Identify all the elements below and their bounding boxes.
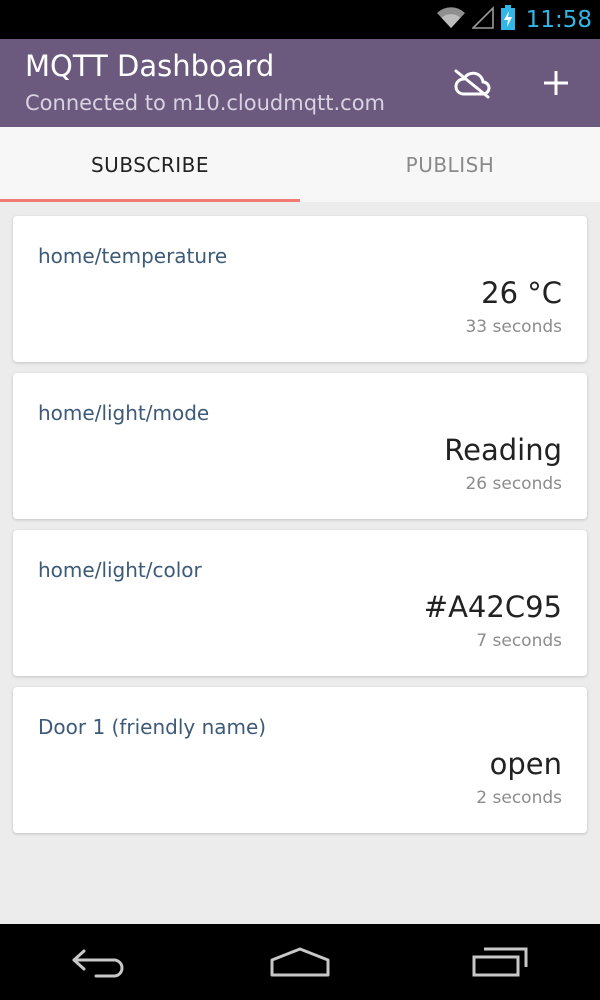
app-bar: MQTT Dashboard Connected to m10.cloudmqt… <box>0 39 600 127</box>
tab-publish-label: PUBLISH <box>405 152 495 177</box>
subscription-card[interactable]: home/temperature 26 °C 33 seconds <box>13 216 587 362</box>
recent-apps-icon <box>472 947 528 977</box>
disconnect-button[interactable] <box>450 61 494 105</box>
home-button[interactable] <box>255 932 345 992</box>
status-time: 11:58 <box>525 6 592 33</box>
connection-status: Connected to m10.cloudmqtt.com <box>25 91 386 115</box>
add-subscription-button[interactable] <box>534 61 578 105</box>
battery-charging-icon <box>500 4 516 35</box>
back-icon <box>72 949 124 978</box>
app-title: MQTT Dashboard <box>25 49 275 83</box>
card-age: 2 seconds <box>476 788 562 808</box>
signal-icon <box>470 5 494 34</box>
tab-bar: SUBSCRIBE PUBLISH <box>0 127 600 202</box>
status-bar: 11:58 <box>0 0 600 39</box>
card-age: 33 seconds <box>465 317 562 337</box>
card-age: 26 seconds <box>465 474 562 494</box>
card-topic: Door 1 (friendly name) <box>38 715 267 739</box>
subscription-card[interactable]: home/light/color #A42C95 7 seconds <box>13 530 587 676</box>
subscription-card[interactable]: home/light/mode Reading 26 seconds <box>13 373 587 519</box>
app-actions <box>450 61 578 105</box>
tab-subscribe[interactable]: SUBSCRIBE <box>0 127 300 202</box>
wifi-icon <box>436 6 466 34</box>
cloud-off-icon <box>454 69 491 99</box>
card-topic: home/light/color <box>38 558 202 582</box>
recent-apps-button[interactable] <box>455 932 545 992</box>
tab-indicator <box>0 199 300 202</box>
card-age: 7 seconds <box>476 631 562 651</box>
back-button[interactable] <box>55 932 145 992</box>
navigation-bar <box>0 924 600 1000</box>
card-topic: home/light/mode <box>38 401 210 425</box>
tab-subscribe-label: SUBSCRIBE <box>90 152 209 177</box>
card-topic: home/temperature <box>38 244 228 268</box>
plus-icon <box>544 71 568 95</box>
home-icon <box>270 947 330 977</box>
card-value: 26 °C <box>481 276 562 310</box>
card-value: open <box>489 747 562 781</box>
card-value: Reading <box>444 433 562 467</box>
status-icons: 11:58 <box>436 0 592 39</box>
subscription-card[interactable]: Door 1 (friendly name) open 2 seconds <box>13 687 587 833</box>
tab-publish[interactable]: PUBLISH <box>300 127 600 202</box>
subscription-list: home/temperature 26 °C 33 seconds home/l… <box>13 216 587 844</box>
card-value: #A42C95 <box>423 590 562 624</box>
